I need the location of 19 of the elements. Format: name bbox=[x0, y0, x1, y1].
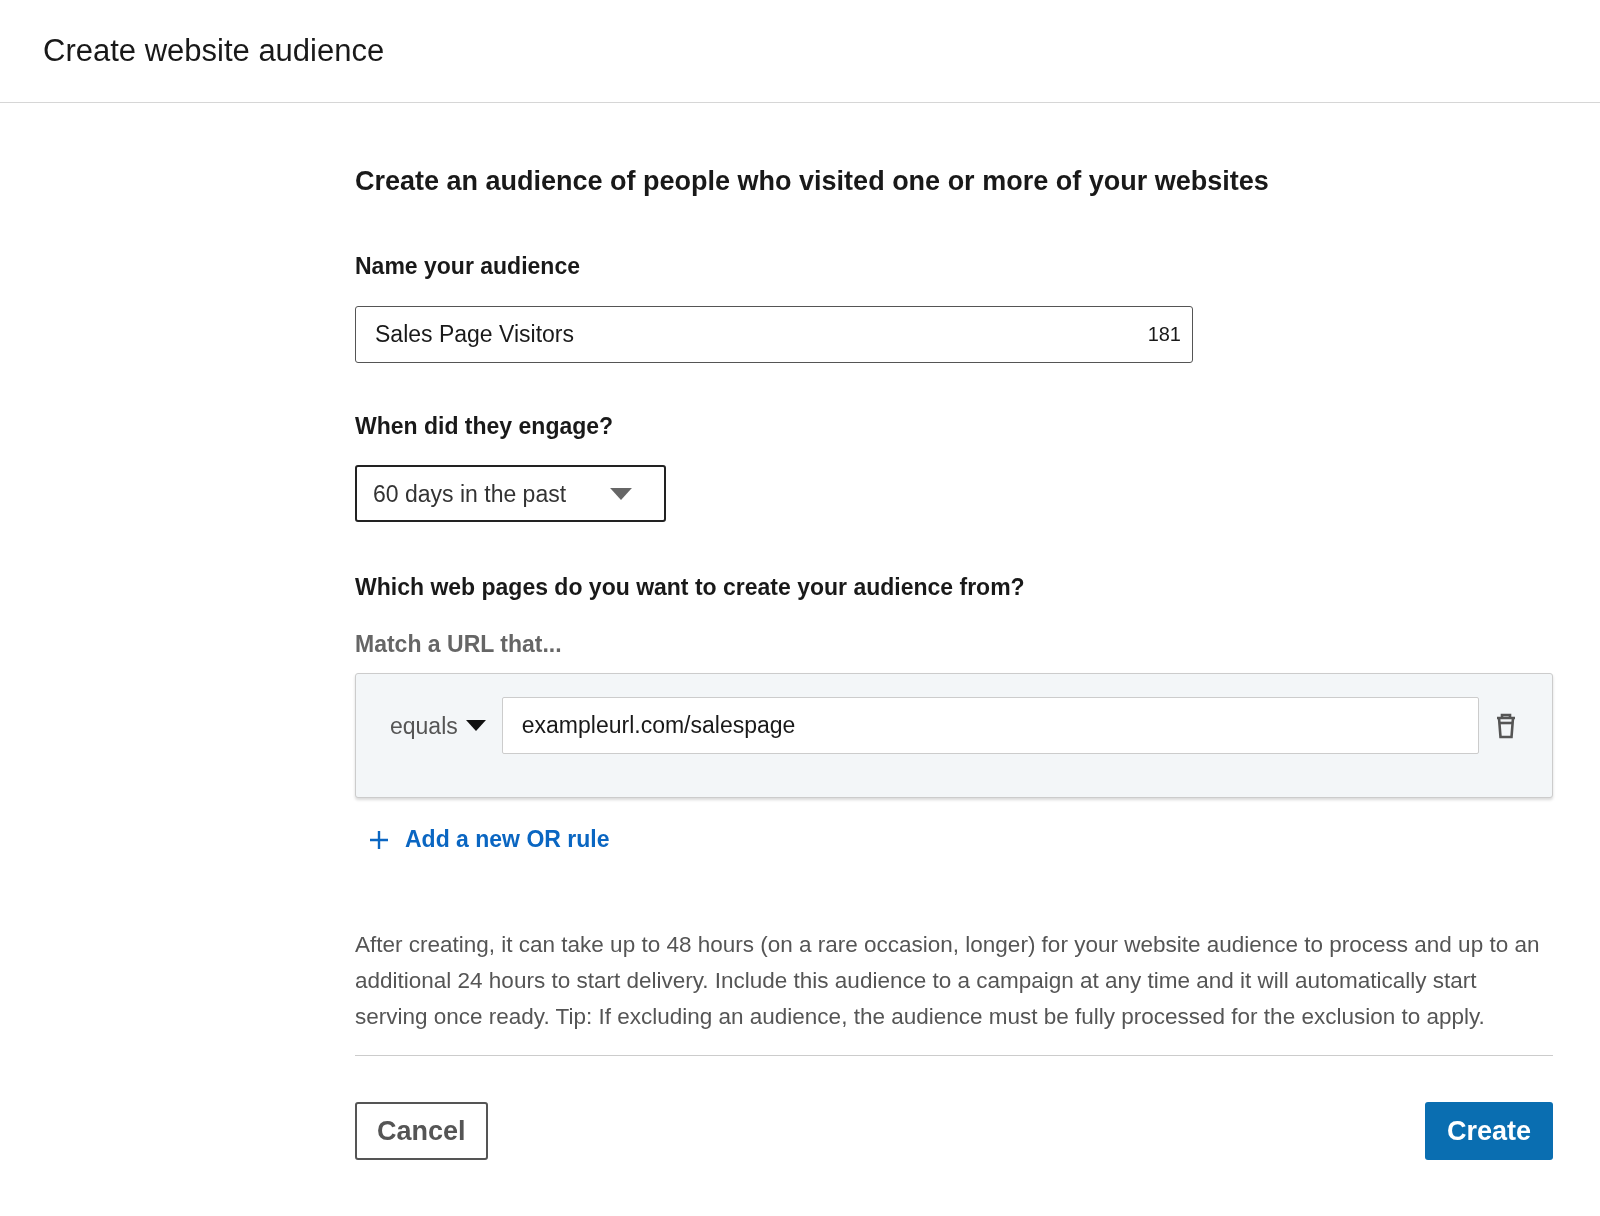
url-input-field[interactable]: exampleurl.com/salespage bbox=[501, 697, 1479, 755]
timeframe-dropdown[interactable]: 60 days in the past bbox=[355, 465, 666, 523]
trash-icon bbox=[1495, 712, 1517, 739]
create-button[interactable]: Create bbox=[1424, 1101, 1553, 1160]
field-label: Name your audience bbox=[355, 252, 581, 282]
field-label: When did they engage? bbox=[355, 411, 615, 441]
field-sublabel: Match a URL that... bbox=[355, 629, 563, 659]
operator-dropdown[interactable]: equals bbox=[390, 708, 486, 744]
character-counter: 181 bbox=[1147, 322, 1181, 348]
section-heading: Create an audience of people who visited one or more of your websites bbox=[355, 165, 1270, 198]
info-paragraph: After creating, it can take up to 48 hours (on a rare occasion, longer) for your website audience to process and up to an additional 24 hours to start delivery. Include this audience to a campaign at any time and it will automatically start serving once ready. Tip: If excluding an audience, the audience must be fully processed for the exclusion to apply. bbox=[355, 930, 1541, 1031]
cancel-button[interactable]: Cancel bbox=[355, 1101, 488, 1160]
dialog-title: Create website audience bbox=[43, 32, 385, 70]
plus-icon bbox=[369, 829, 389, 850]
caret-icon bbox=[465, 720, 486, 732]
delete-button[interactable] bbox=[1495, 712, 1517, 739]
caret-icon bbox=[610, 487, 632, 500]
field-label: Which web pages do you want to create your audience from? bbox=[355, 573, 1026, 603]
add-rule-link[interactable]: Add a new OR rule bbox=[355, 822, 610, 857]
